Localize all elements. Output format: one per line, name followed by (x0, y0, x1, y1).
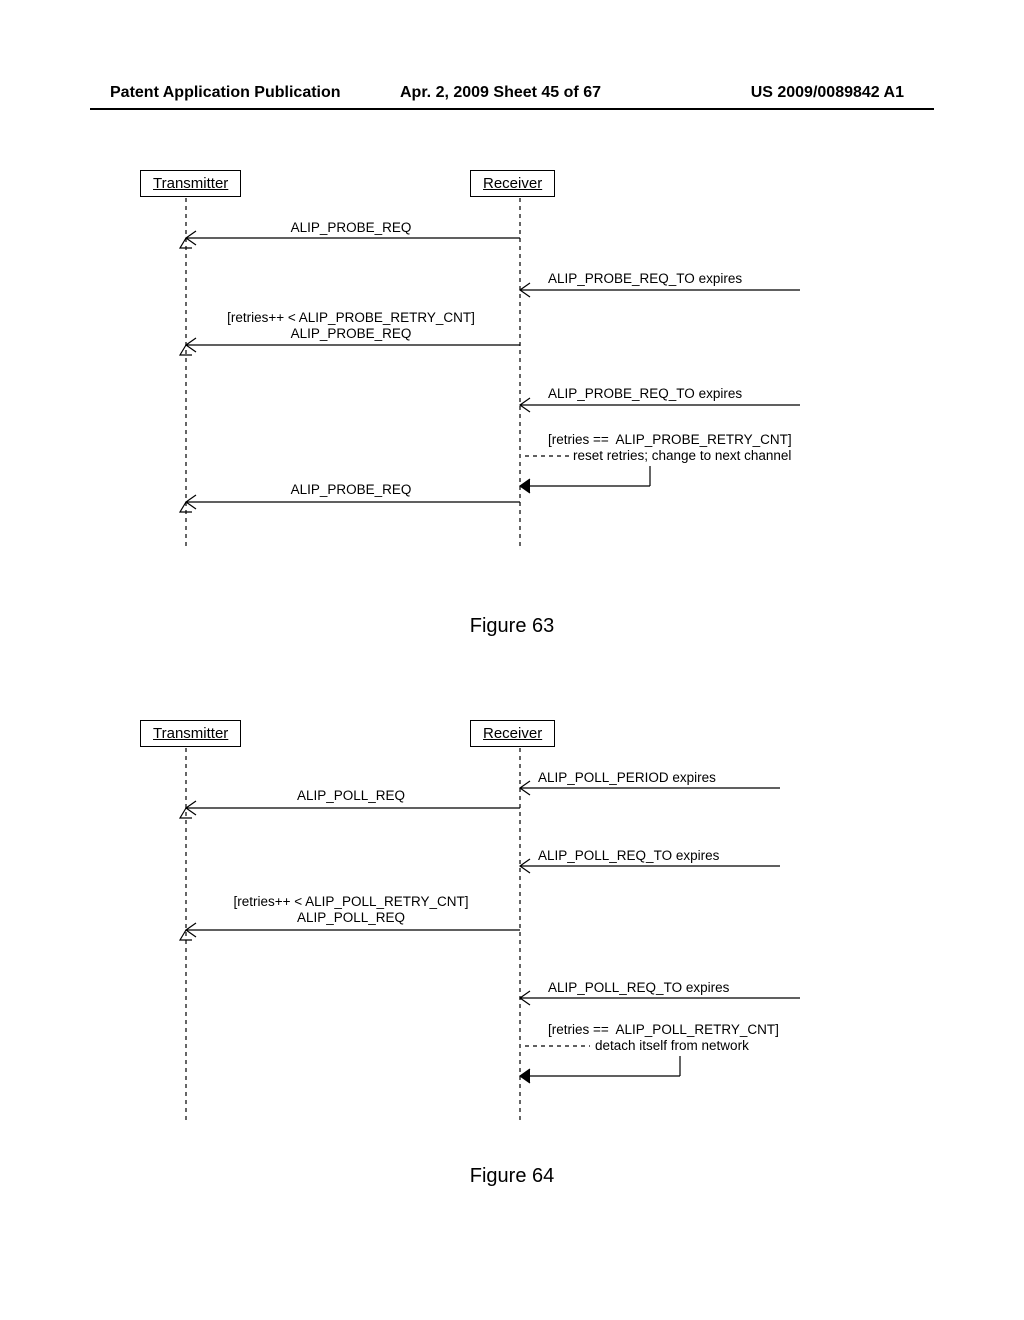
figure-64: Transmitter Receiver ALIP_POLL_PERIOD ex… (0, 720, 1024, 1150)
header-rule (90, 108, 934, 110)
figure-63: Transmitter Receiver ALIP_PROBE_REQ ALIP… (0, 170, 1024, 600)
figure-63-caption: Figure 63 (0, 615, 1024, 638)
header-right: US 2009/0089842 A1 (751, 84, 904, 102)
header-left: Patent Application Publication (110, 84, 341, 102)
figure-64-caption: Figure 64 (0, 1165, 1024, 1188)
header-center: Apr. 2, 2009 Sheet 45 of 67 (400, 84, 601, 102)
